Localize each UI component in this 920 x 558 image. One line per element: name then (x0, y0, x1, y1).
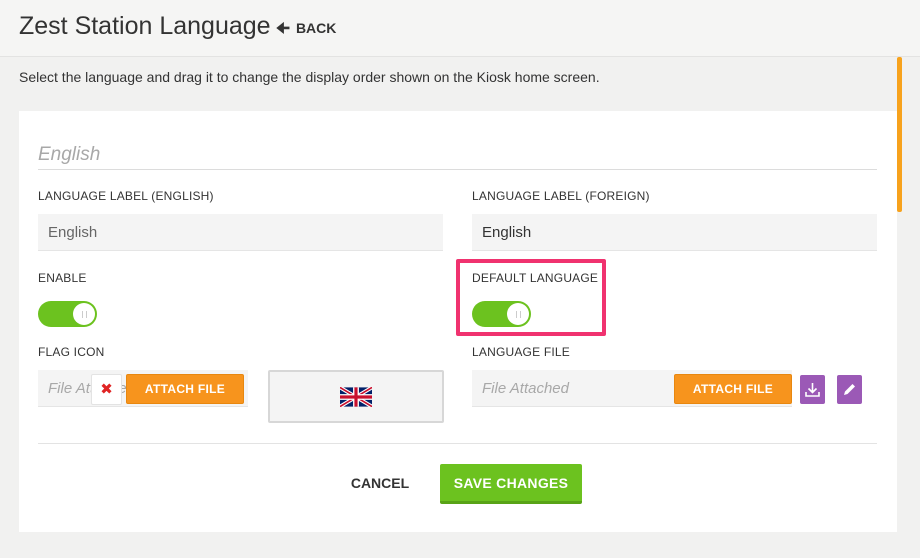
label-english-label: LANGUAGE LABEL (ENGLISH) (38, 189, 214, 203)
flag-icon-label: FLAG ICON (38, 345, 105, 359)
arrow-left-icon: 🠈 (276, 19, 290, 37)
language-name-heading: English (38, 144, 101, 165)
label-foreign-label: LANGUAGE LABEL (FOREIGN) (472, 189, 650, 203)
uk-flag-icon (340, 386, 372, 407)
instruction-text: Select the language and drag it to chang… (19, 69, 600, 85)
pencil-icon (844, 384, 855, 395)
download-button[interactable] (800, 375, 825, 404)
page-title: Zest Station Language (19, 12, 271, 40)
enable-label: ENABLE (38, 271, 87, 285)
enable-toggle[interactable] (38, 301, 97, 327)
flag-preview (268, 370, 444, 423)
label-foreign-input[interactable]: English (472, 214, 877, 251)
back-label: BACK (295, 20, 337, 36)
close-x-icon: ✖ (100, 381, 113, 398)
form-divider (38, 443, 877, 444)
language-attach-file-button[interactable]: ATTACH FILE (674, 374, 792, 404)
heading-underline (38, 169, 877, 170)
edit-button[interactable] (837, 375, 862, 404)
download-icon (805, 383, 820, 397)
language-file-label: LANGUAGE FILE (472, 345, 570, 359)
save-changes-button[interactable]: SAVE CHANGES (440, 464, 582, 504)
toggle-knob (73, 303, 95, 325)
highlight-annotation-box (456, 259, 606, 336)
flag-attach-file-button[interactable]: ATTACH FILE (126, 374, 244, 404)
label-english-input[interactable]: English (38, 214, 443, 251)
remove-flag-button[interactable]: ✖ (91, 374, 122, 405)
page-header: Zest Station Language 🠈 BACK (0, 0, 920, 57)
cancel-button[interactable]: CANCEL (340, 466, 420, 500)
scrollbar-thumb[interactable] (897, 57, 902, 212)
back-link[interactable]: 🠈 BACK (276, 20, 336, 36)
